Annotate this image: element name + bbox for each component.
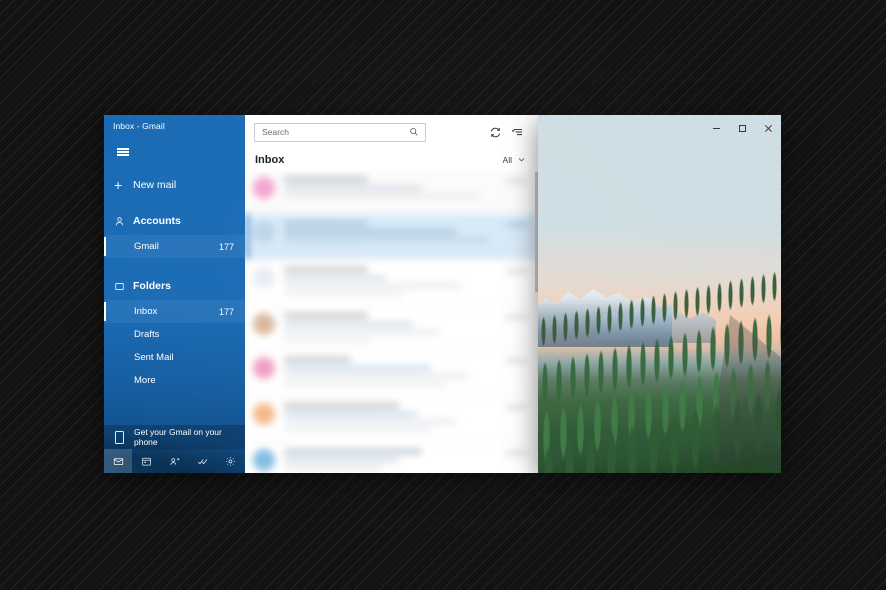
avatar	[253, 313, 275, 336]
sync-icon[interactable]	[484, 121, 506, 143]
search-toolbar: Search	[245, 115, 538, 149]
list-item[interactable]	[245, 170, 538, 215]
sidebar-item-inbox-label: Inbox	[134, 306, 158, 317]
list-item-content	[284, 357, 506, 388]
sidebar-item-gmail-label: Gmail	[134, 241, 159, 252]
list-item[interactable]	[245, 260, 538, 307]
calendar-icon[interactable]	[132, 449, 160, 473]
search-input[interactable]: Search	[254, 122, 426, 142]
list-item-date	[506, 451, 528, 456]
settings-gear-icon[interactable]	[217, 449, 245, 473]
search-icon	[408, 127, 420, 137]
list-item-content	[284, 177, 506, 206]
sidebar-item-inbox[interactable]: Inbox 177	[104, 300, 245, 323]
avatar	[253, 403, 275, 426]
sidebar-item-drafts-label: Drafts	[134, 329, 160, 340]
sidebar-item-gmail-count: 177	[218, 241, 234, 252]
sidebar-item-drafts[interactable]: Drafts	[104, 323, 245, 346]
filter-dropdown[interactable]: All	[503, 151, 526, 169]
folders-section-header[interactable]: Folders	[104, 272, 245, 300]
avatar	[253, 177, 275, 200]
mail-list-pane: Search Inbox All	[245, 115, 538, 473]
avatar	[253, 357, 275, 380]
list-item[interactable]	[245, 214, 538, 261]
list-item-content	[284, 221, 506, 252]
list-item-date	[506, 315, 528, 320]
sidebar-item-more-label: More	[134, 375, 156, 386]
phone-icon	[115, 430, 124, 444]
list-item-date	[506, 359, 528, 364]
photo-viewer-window	[538, 115, 781, 473]
hamburger-icon	[117, 147, 129, 158]
sidebar-item-sent-mail[interactable]: Sent Mail	[104, 346, 245, 369]
close-button[interactable]	[755, 115, 781, 141]
filter-dropdown-label: All	[502, 154, 512, 165]
minimize-button[interactable]	[703, 115, 729, 141]
list-item-content	[284, 449, 506, 473]
mail-app-window: Inbox - Gmail + New mail Accounts Gmail …	[104, 115, 538, 473]
avatar	[253, 449, 275, 472]
app-switcher-bar	[104, 449, 245, 473]
search-placeholder: Search	[262, 127, 289, 138]
list-item-date	[506, 179, 528, 184]
folders-label: Folders	[133, 280, 171, 292]
gmail-on-phone-promo-label: Get your Gmail on your phone	[134, 427, 222, 447]
list-item[interactable]	[245, 350, 538, 397]
list-item[interactable]	[245, 396, 538, 443]
chevron-down-icon	[517, 151, 526, 169]
new-mail-label: New mail	[133, 179, 177, 191]
page-title: Inbox	[255, 153, 285, 166]
selection-mode-icon[interactable]	[506, 121, 528, 143]
accounts-label: Accounts	[133, 215, 181, 227]
folder-icon	[114, 281, 133, 292]
sidebar-item-gmail[interactable]: Gmail 177	[104, 235, 245, 258]
list-item-content	[284, 313, 506, 342]
people-icon[interactable]	[160, 449, 188, 473]
sidebar-item-inbox-count: 177	[218, 306, 234, 317]
plus-icon: +	[114, 177, 123, 193]
mail-list[interactable]	[245, 170, 538, 473]
window-title-text: Inbox - Gmail	[113, 121, 165, 131]
person-icon	[114, 216, 133, 227]
avatar	[253, 267, 275, 290]
avatar	[253, 221, 275, 244]
window-controls	[703, 115, 781, 141]
sidebar: Inbox - Gmail + New mail Accounts Gmail …	[104, 115, 245, 473]
accounts-section-header[interactable]: Accounts	[104, 207, 245, 235]
todo-icon[interactable]	[189, 449, 217, 473]
list-item-content	[284, 267, 506, 298]
list-item-date	[506, 269, 528, 274]
hamburger-menu-button[interactable]	[104, 139, 142, 165]
desktop-background: Inbox - Gmail + New mail Accounts Gmail …	[0, 0, 886, 590]
sidebar-item-sent-mail-label: Sent Mail	[134, 352, 174, 363]
list-item-date	[506, 223, 528, 228]
list-item[interactable]	[245, 442, 538, 473]
sidebar-item-more[interactable]: More	[104, 369, 245, 392]
list-item-content	[284, 403, 506, 434]
mail-icon[interactable]	[104, 449, 133, 473]
gmail-on-phone-promo[interactable]: Get your Gmail on your phone	[104, 425, 245, 449]
maximize-button[interactable]	[729, 115, 755, 141]
window-title: Inbox - Gmail	[104, 115, 245, 137]
list-item-date	[506, 405, 528, 410]
list-item[interactable]	[245, 306, 538, 351]
new-mail-button[interactable]: + New mail	[104, 171, 245, 199]
mail-list-header: Inbox All	[245, 149, 538, 170]
